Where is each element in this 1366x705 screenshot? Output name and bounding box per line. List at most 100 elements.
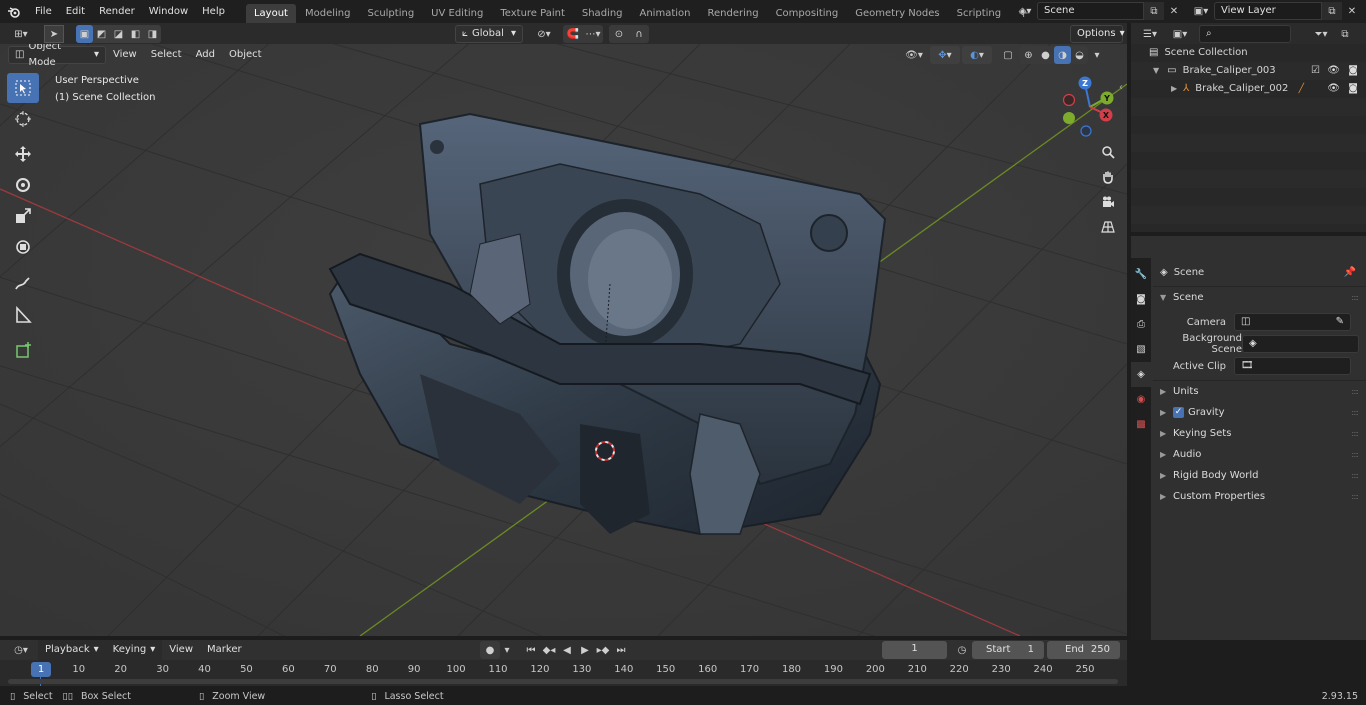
preview-range-clock-icon[interactable]: ◷ [952, 641, 972, 659]
view-layer-icon[interactable]: ▣▾ [1188, 2, 1214, 20]
drag-handle-icon[interactable]: :::: [1351, 465, 1359, 486]
move-tool[interactable] [7, 139, 39, 169]
tab-modeling[interactable]: Modeling [297, 4, 359, 23]
timeline-scrollbar[interactable] [8, 679, 1118, 684]
annotate-tool[interactable] [7, 269, 39, 299]
tab-rendering[interactable]: Rendering [699, 4, 766, 23]
transform-orientation-dropdown[interactable]: ⟀ Global ▾ [455, 25, 523, 43]
transform-tool[interactable] [7, 232, 39, 262]
gravity-checkbox[interactable]: ✓ [1173, 407, 1184, 418]
cursor-tool[interactable] [7, 104, 39, 134]
active-clip-field[interactable]: 🎞 [1234, 357, 1351, 375]
expand-down-icon[interactable]: ▼ [1153, 62, 1159, 80]
camera-field[interactable]: ◫ ✎ [1234, 313, 1351, 331]
viewport-menu-select[interactable]: Select [144, 46, 189, 64]
rendered-shading-icon[interactable]: ◒ [1071, 46, 1088, 64]
zoom-view-icon[interactable] [1097, 141, 1119, 163]
scale-tool[interactable] [7, 201, 39, 231]
keying-menu[interactable]: Keying ▾ [105, 640, 163, 660]
select-subtract-icon[interactable]: ◪ [110, 25, 127, 43]
3d-viewport[interactable]: ◫ Object Mode ▾ View Select Add Object 👁… [0, 44, 1127, 636]
world-tab-icon[interactable]: ◉ [1131, 387, 1151, 412]
falloff-curve-icon[interactable]: ∩ [629, 25, 649, 43]
menu-file[interactable]: File [28, 0, 59, 23]
outliner-row-brake-caliper-002[interactable]: ▶ ⅄ Brake_Caliper_002 ╱ 👁 ◙ [1131, 80, 1366, 98]
jump-start-icon[interactable]: ⏮ [522, 641, 540, 659]
scene-icon[interactable]: ◈▾ [1013, 2, 1037, 20]
pan-view-hand-icon[interactable] [1097, 166, 1119, 188]
viewport-menu-view[interactable]: View [106, 46, 144, 64]
measure-tool[interactable] [7, 300, 39, 330]
tab-geometry-nodes[interactable]: Geometry Nodes [847, 4, 947, 23]
active-tool-icon[interactable]: ➤ [44, 25, 64, 43]
pin-icon[interactable]: 📌 [1344, 267, 1356, 278]
jump-end-icon[interactable]: ⏭ [612, 641, 630, 659]
drag-handle-icon[interactable]: :::: [1351, 287, 1359, 308]
expand-right-icon[interactable]: ▶ [1171, 80, 1177, 98]
drag-handle-icon[interactable]: :::: [1351, 444, 1359, 465]
current-frame-field[interactable]: 1 [882, 641, 947, 659]
delete-view-layer-icon[interactable]: ✕ [1342, 2, 1362, 20]
menu-window[interactable]: Window [142, 0, 195, 23]
navigation-gizmo[interactable]: Z Y X [1055, 72, 1125, 142]
new-view-layer-icon[interactable]: ⧉ [1322, 2, 1342, 20]
select-invert-icon[interactable]: ◧ [127, 25, 144, 43]
select-new-icon[interactable]: ▣ [76, 25, 93, 43]
solid-shading-icon[interactable]: ● [1037, 46, 1054, 64]
keying-sets-panel[interactable]: ▶ Keying Sets:::: [1153, 423, 1366, 444]
viewport-menu-add[interactable]: Add [189, 46, 222, 64]
tab-shading[interactable]: Shading [574, 4, 631, 23]
play-icon[interactable]: ▶ [576, 641, 594, 659]
visibility-eye-icon[interactable]: 👁 [1327, 62, 1340, 80]
output-tab-icon[interactable]: ⎙ [1131, 312, 1151, 337]
outliner-search-input[interactable]: ⌕ [1199, 25, 1291, 43]
audio-panel[interactable]: ▶ Audio:::: [1153, 444, 1366, 465]
editor-type-icon[interactable]: ⊞▾ [8, 25, 34, 43]
timeline-editor-type-icon[interactable]: ◷▾ [8, 641, 34, 659]
drag-handle-icon[interactable]: :::: [1351, 486, 1359, 507]
next-keyframe-icon[interactable]: ▸◆ [594, 641, 612, 659]
tab-scripting[interactable]: Scripting [949, 4, 1009, 23]
snap-target-icon[interactable]: ⋯▾ [583, 25, 603, 43]
sidebar-toggle-icon[interactable]: ‹ [1119, 82, 1123, 93]
delete-scene-icon[interactable]: ✕ [1164, 2, 1184, 20]
options-dropdown[interactable]: Options ▾ [1070, 25, 1125, 43]
eyedropper-icon[interactable]: ✎ [1336, 314, 1344, 330]
proportional-edit-icon[interactable]: ⊙ [609, 25, 629, 43]
wireframe-shading-icon[interactable]: ⊕ [1020, 46, 1037, 64]
rotate-tool[interactable] [7, 170, 39, 200]
tab-animation[interactable]: Animation [632, 4, 699, 23]
view-layer-field[interactable]: View Layer [1214, 2, 1322, 20]
end-frame-field[interactable]: End 250 [1047, 641, 1120, 659]
visibility-selectability-icon[interactable]: 👁▾ [900, 46, 928, 64]
snap-toggle-icon[interactable]: 🧲 [563, 25, 583, 43]
outliner-editor-type-icon[interactable]: ☰▾ [1137, 25, 1163, 43]
render-tab-icon[interactable]: ◙ [1131, 287, 1151, 312]
tab-compositing[interactable]: Compositing [768, 4, 847, 23]
gizmo-toggle-icon[interactable]: ✥ ▾ [930, 46, 960, 64]
playback-menu[interactable]: Playback ▾ [38, 640, 106, 660]
view-layer-tab-icon[interactable]: ▧ [1131, 337, 1151, 362]
timeline-menu-view[interactable]: View [162, 640, 200, 660]
new-scene-icon[interactable]: ⧉ [1144, 2, 1164, 20]
select-intersect-icon[interactable]: ◨ [144, 25, 161, 43]
background-scene-field[interactable]: ◈ [1242, 335, 1359, 353]
menu-edit[interactable]: Edit [59, 0, 92, 23]
tab-sculpting[interactable]: Sculpting [359, 4, 422, 23]
menu-help[interactable]: Help [195, 0, 232, 23]
tab-layout[interactable]: Layout [245, 4, 296, 23]
tool-tab-icon[interactable]: 🔧 [1131, 262, 1151, 287]
keying-options-icon[interactable]: ▾ [500, 641, 514, 659]
outliner-scene-collection[interactable]: ▤ Scene Collection [1131, 44, 1366, 62]
new-collection-icon[interactable]: ⧉ [1335, 25, 1355, 43]
display-mode-icon[interactable]: ▣▾ [1167, 25, 1193, 43]
xray-toggle-icon[interactable]: ▢ [998, 46, 1018, 64]
render-camera-icon[interactable]: ◙ [1348, 62, 1358, 80]
render-camera-icon[interactable]: ◙ [1348, 80, 1358, 98]
filter-icon[interactable]: ⏷▾ [1307, 25, 1335, 43]
start-frame-field[interactable]: Start 1 [972, 641, 1044, 659]
object-mode-dropdown[interactable]: ◫ Object Mode ▾ [8, 44, 106, 68]
visibility-eye-icon[interactable]: 👁 [1327, 80, 1340, 98]
tab-texture-paint[interactable]: Texture Paint [492, 4, 573, 23]
drag-handle-icon[interactable]: :::: [1351, 423, 1359, 444]
